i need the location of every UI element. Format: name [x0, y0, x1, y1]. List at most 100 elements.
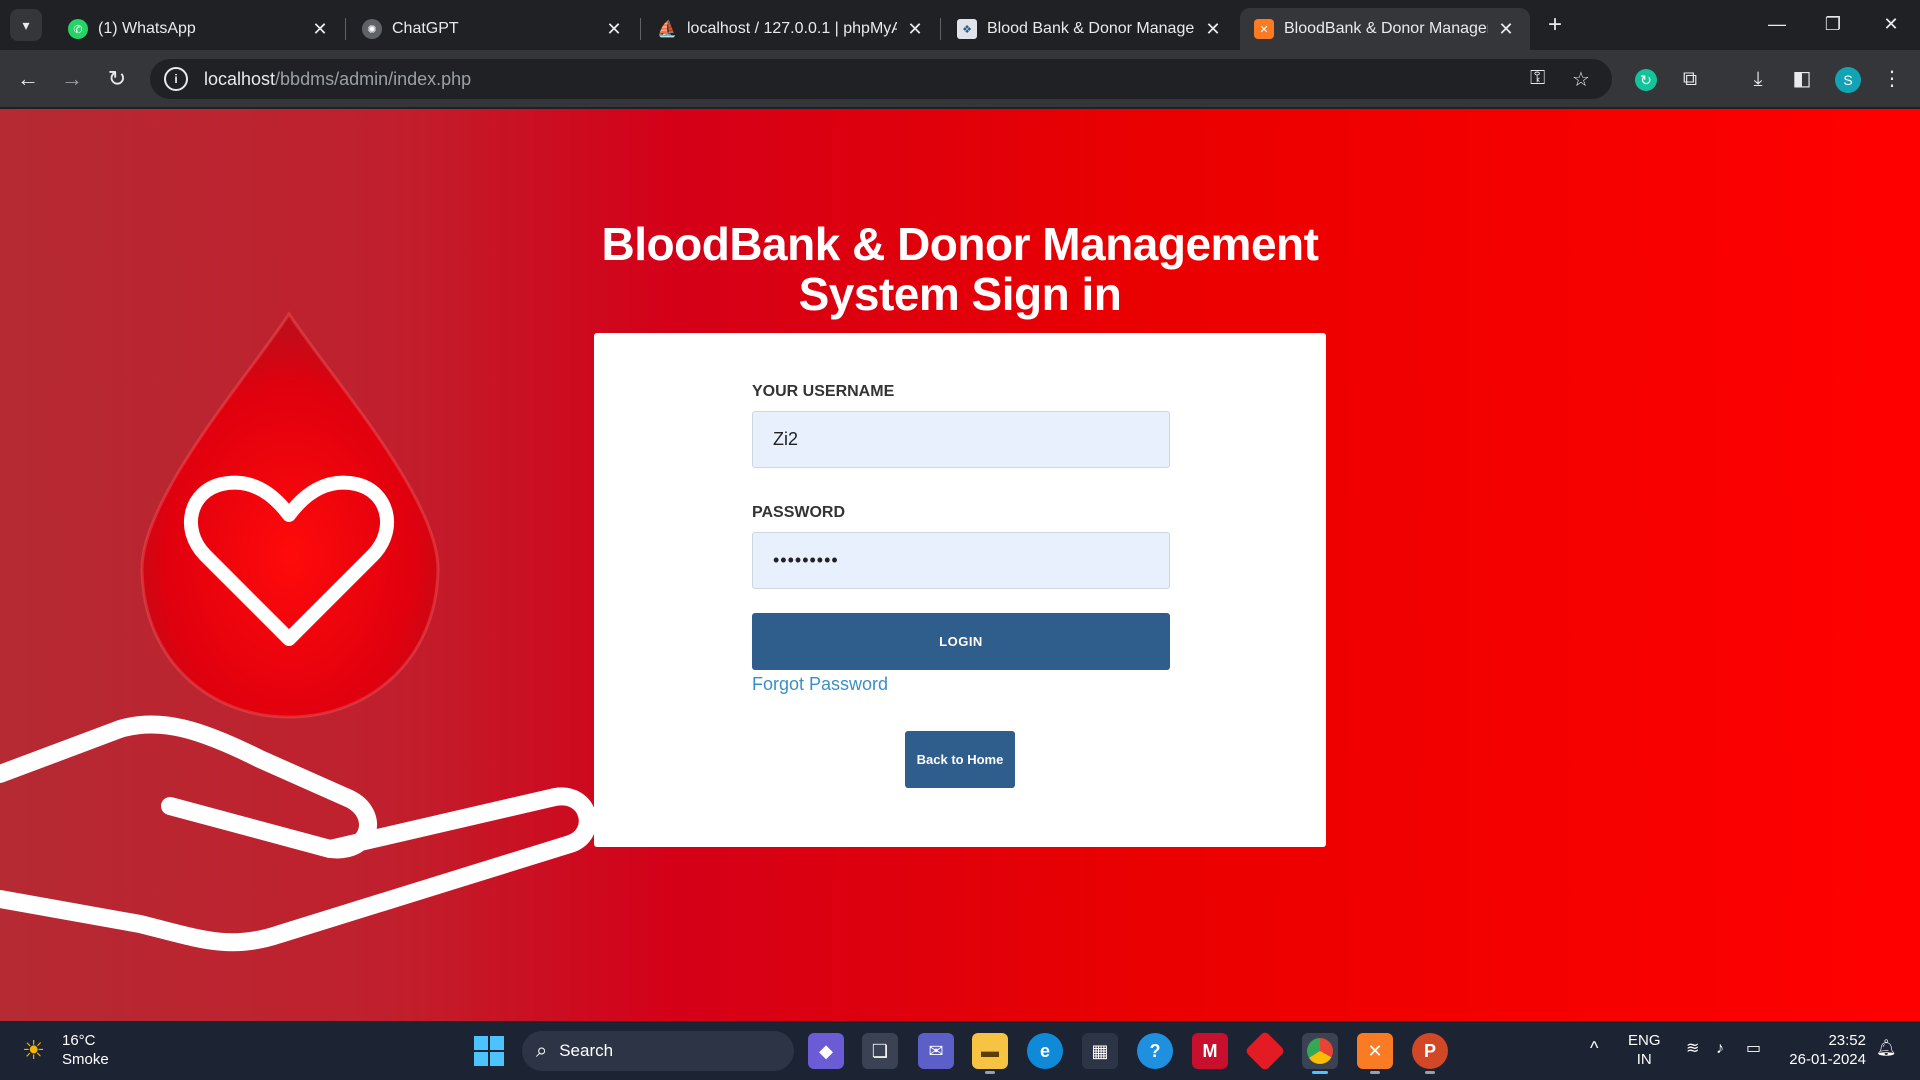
- whatsapp-icon: ✆: [68, 19, 88, 39]
- powerpoint-icon[interactable]: P: [1412, 1033, 1448, 1069]
- plus-icon: +: [1547, 11, 1562, 38]
- battery-icon[interactable]: ▭: [1746, 1039, 1761, 1058]
- tab-chatgpt[interactable]: ✺ ChatGPT ✕: [348, 8, 638, 50]
- reload-button[interactable]: ↻: [101, 63, 133, 95]
- minimize-icon: —: [1768, 14, 1786, 34]
- download-icon[interactable]: ⤓: [1742, 63, 1774, 95]
- reload-icon: ↻: [107, 66, 127, 91]
- star-icon[interactable]: ☆: [1572, 67, 1590, 92]
- key-icon[interactable]: ⚿: [1530, 67, 1545, 90]
- notification-bell-icon[interactable]: 🔔︎: [1876, 1039, 1896, 1058]
- mcafee-icon[interactable]: M: [1192, 1033, 1228, 1069]
- taskbar-search[interactable]: ⌕ Search: [522, 1031, 794, 1071]
- arrow-right-icon: →: [61, 66, 83, 91]
- phpmyadmin-icon: ⛵: [657, 21, 677, 38]
- tab-title: Blood Bank & Donor Management: [987, 20, 1195, 37]
- restore-button[interactable]: ❐: [1808, 8, 1858, 40]
- page-title-line-2: System Sign in: [798, 268, 1122, 320]
- tab-whatsapp[interactable]: ✆ (1) WhatsApp ✕: [54, 8, 344, 50]
- task-view-icon[interactable]: ❏: [862, 1033, 898, 1069]
- extension-grammarly-icon[interactable]: ↻: [1630, 63, 1662, 95]
- anydesk-icon[interactable]: [1244, 1030, 1286, 1072]
- address-bar[interactable]: i localhost/bbdms/admin/index.php ⚿ ☆: [150, 59, 1612, 99]
- close-icon[interactable]: ✕: [310, 19, 330, 40]
- clock[interactable]: 23:52 26-01-2024: [1782, 1031, 1866, 1069]
- tab-phpmyadmin[interactable]: ⛵ localhost / 127.0.0.1 | phpMyAdmin ✕: [643, 8, 939, 50]
- arrow-left-icon: ←: [17, 66, 39, 91]
- windows-start-icon[interactable]: [474, 1036, 504, 1066]
- xampp-icon: ✕: [1254, 19, 1274, 39]
- volume-icon[interactable]: ♪: [1716, 1039, 1724, 1058]
- teams-chat-icon[interactable]: ✉: [918, 1033, 954, 1069]
- running-indicator: [985, 1071, 995, 1074]
- weather-description: Smoke: [62, 1051, 109, 1068]
- clock-date: 26-01-2024: [1789, 1051, 1866, 1068]
- login-card: YOUR USERNAME Zi2 PASSWORD ••••••••• LOG…: [594, 333, 1326, 847]
- clock-time: 23:52: [1828, 1032, 1866, 1049]
- forgot-password-link[interactable]: Forgot Password: [752, 674, 1170, 695]
- page-title-line-1: BloodBank & Donor Management: [601, 218, 1319, 270]
- profile-avatar[interactable]: S: [1835, 67, 1861, 93]
- running-indicator: [1370, 1071, 1380, 1074]
- copilot-icon[interactable]: ◆: [808, 1033, 844, 1069]
- username-label: YOUR USERNAME: [752, 383, 895, 400]
- bloodbank-site-icon: ❖: [957, 19, 977, 39]
- tab-separator: [345, 18, 346, 40]
- login-page: BloodBank & Donor Management System Sign…: [0, 109, 1920, 1021]
- blood-drop-hand-illustration: [0, 311, 597, 952]
- forward-button[interactable]: →: [56, 63, 88, 95]
- restore-icon: ❐: [1824, 14, 1842, 34]
- tab-title: localhost / 127.0.0.1 | phpMyAdmin: [687, 20, 897, 37]
- chevron-down-icon: ▾: [22, 16, 30, 33]
- active-indicator: [1312, 1071, 1328, 1074]
- back-button[interactable]: ←: [12, 63, 44, 95]
- tab-search-button[interactable]: ▾: [10, 9, 42, 41]
- taskbar-search-label: Search: [559, 1041, 614, 1060]
- minimize-button[interactable]: —: [1752, 8, 1802, 40]
- weather-temperature: 16°C: [62, 1032, 96, 1049]
- tab-title: BloodBank & Donor Management: [1284, 20, 1488, 37]
- back-to-home-button[interactable]: Back to Home: [905, 731, 1015, 788]
- browser-tab-strip: ▾ ✆ (1) WhatsApp ✕ ✺ ChatGPT ✕ ⛵ localho…: [0, 0, 1920, 50]
- login-form: YOUR USERNAME Zi2 PASSWORD ••••••••• LOG…: [752, 383, 1170, 695]
- close-window-button[interactable]: ✕: [1866, 8, 1916, 40]
- tab-bloodbank-admin[interactable]: ✕ BloodBank & Donor Management ✕: [1240, 8, 1530, 50]
- help-icon[interactable]: ?: [1137, 1033, 1173, 1069]
- close-icon[interactable]: ✕: [604, 19, 624, 40]
- login-button[interactable]: LOGIN: [752, 613, 1170, 670]
- menu-kebab-icon[interactable]: ⋮: [1876, 63, 1908, 95]
- tab-separator: [940, 18, 941, 40]
- weather-smoke-icon: ☀: [22, 1035, 46, 1065]
- close-icon[interactable]: ✕: [1496, 19, 1516, 40]
- browser-toolbar: ← → ↻ i localhost/bbdms/admin/index.php …: [0, 50, 1920, 108]
- address-host: localhost: [204, 68, 276, 89]
- xampp-icon[interactable]: ✕: [1357, 1033, 1393, 1069]
- windows-taskbar: ☀ 16°C Smoke ⌕ Search ◆ ❏ ✉ ▬ e ▦ ? M ✕ …: [0, 1021, 1920, 1080]
- side-panel-icon[interactable]: ◧: [1786, 63, 1818, 95]
- close-icon[interactable]: ✕: [1203, 19, 1223, 40]
- search-icon: ⌕: [536, 1039, 548, 1062]
- edge-icon[interactable]: e: [1027, 1033, 1063, 1069]
- language-line-1: ENG: [1628, 1032, 1661, 1049]
- weather-text: 16°C Smoke: [62, 1031, 109, 1069]
- file-explorer-icon[interactable]: ▬: [972, 1033, 1008, 1069]
- language-line-2: IN: [1636, 1051, 1652, 1068]
- weather-widget[interactable]: ☀ 16°C Smoke: [22, 1031, 109, 1069]
- chrome-icon[interactable]: [1302, 1033, 1338, 1069]
- wifi-icon[interactable]: ≋: [1686, 1039, 1699, 1058]
- close-icon: ✕: [1883, 14, 1899, 34]
- extensions-puzzle-icon[interactable]: ⧉: [1674, 63, 1706, 95]
- info-icon[interactable]: i: [164, 67, 188, 91]
- username-input[interactable]: Zi2: [752, 411, 1170, 468]
- tab-bloodbank-site[interactable]: ❖ Blood Bank & Donor Management ✕: [943, 8, 1237, 50]
- password-label: PASSWORD: [752, 504, 846, 521]
- new-tab-button[interactable]: +: [1540, 10, 1570, 40]
- password-input[interactable]: •••••••••: [752, 532, 1170, 589]
- language-indicator[interactable]: ENG IN: [1628, 1031, 1661, 1069]
- close-icon[interactable]: ✕: [905, 19, 925, 40]
- chevron-up-icon[interactable]: ^: [1590, 1039, 1598, 1058]
- address-url: localhost/bbdms/admin/index.php: [204, 69, 471, 90]
- microsoft-store-icon[interactable]: ▦: [1082, 1033, 1118, 1069]
- address-path: /bbdms/admin/index.php: [275, 68, 472, 89]
